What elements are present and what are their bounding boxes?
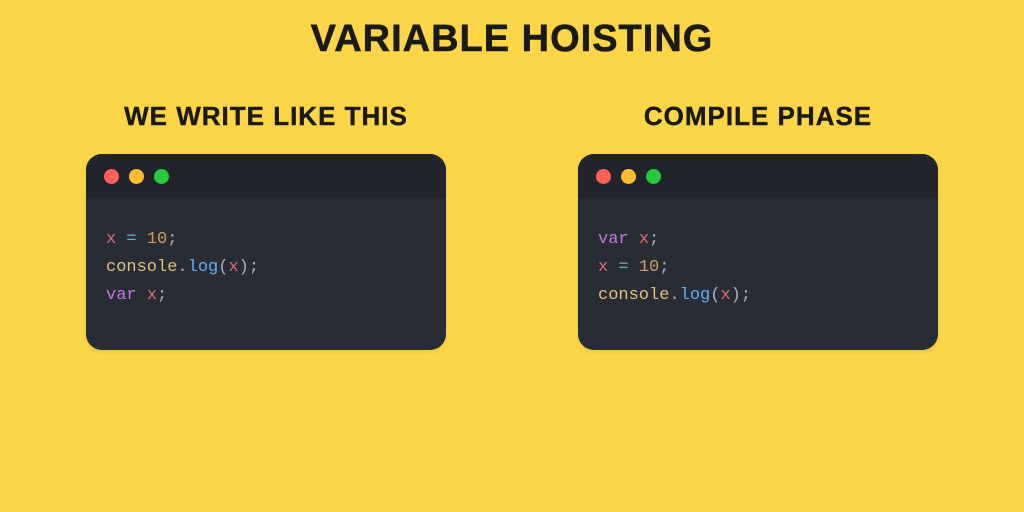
left-column: WE WRITE LIKE THIS x = 10;console.log(x)… (80, 101, 452, 350)
code-line: var x; (106, 282, 426, 310)
code-line: console.log(x); (598, 282, 918, 310)
code-token: x (598, 258, 608, 277)
code-token (608, 258, 618, 277)
code-token: x (639, 230, 649, 249)
code-token (629, 230, 639, 249)
right-heading: COMPILE PHASE (644, 101, 872, 132)
traffic-yellow-icon (129, 169, 144, 184)
code-token (116, 230, 126, 249)
code-line: var x; (598, 226, 918, 254)
code-token: . (177, 258, 187, 277)
code-token (629, 258, 639, 277)
code-token: console (106, 258, 177, 277)
code-token: ; (649, 230, 659, 249)
code-line: x = 10; (598, 254, 918, 282)
page-title: VARIABLE HOISTING (0, 0, 1024, 61)
code-token: x (228, 258, 238, 277)
code-token: ( (710, 286, 720, 305)
code-token: x (720, 286, 730, 305)
code-token: = (618, 258, 628, 277)
right-editor: var x;x = 10;console.log(x); (578, 154, 938, 350)
left-code: x = 10;console.log(x);var x; (86, 198, 446, 350)
columns: WE WRITE LIKE THIS x = 10;console.log(x)… (0, 61, 1024, 350)
code-token: ); (239, 258, 259, 277)
code-token (137, 286, 147, 305)
right-titlebar (578, 154, 938, 198)
code-line: x = 10; (106, 226, 426, 254)
code-token: log (188, 258, 219, 277)
code-line: console.log(x); (106, 254, 426, 282)
traffic-green-icon (646, 169, 661, 184)
traffic-yellow-icon (621, 169, 636, 184)
code-token: ( (218, 258, 228, 277)
code-token: ; (659, 258, 669, 277)
traffic-green-icon (154, 169, 169, 184)
left-heading: WE WRITE LIKE THIS (124, 101, 408, 132)
code-token: console (598, 286, 669, 305)
code-token: x (147, 286, 157, 305)
right-code: var x;x = 10;console.log(x); (578, 198, 938, 350)
code-token: 10 (147, 230, 167, 249)
code-token: var (598, 230, 629, 249)
traffic-red-icon (104, 169, 119, 184)
code-token: log (680, 286, 711, 305)
left-editor: x = 10;console.log(x);var x; (86, 154, 446, 350)
code-token: ; (157, 286, 167, 305)
code-token (137, 230, 147, 249)
traffic-red-icon (596, 169, 611, 184)
code-token: . (669, 286, 679, 305)
code-token: 10 (639, 258, 659, 277)
left-titlebar (86, 154, 446, 198)
code-token: ; (167, 230, 177, 249)
code-token: ); (731, 286, 751, 305)
right-column: COMPILE PHASE var x;x = 10;console.log(x… (572, 101, 944, 350)
code-token: = (126, 230, 136, 249)
code-token: var (106, 286, 137, 305)
code-token: x (106, 230, 116, 249)
